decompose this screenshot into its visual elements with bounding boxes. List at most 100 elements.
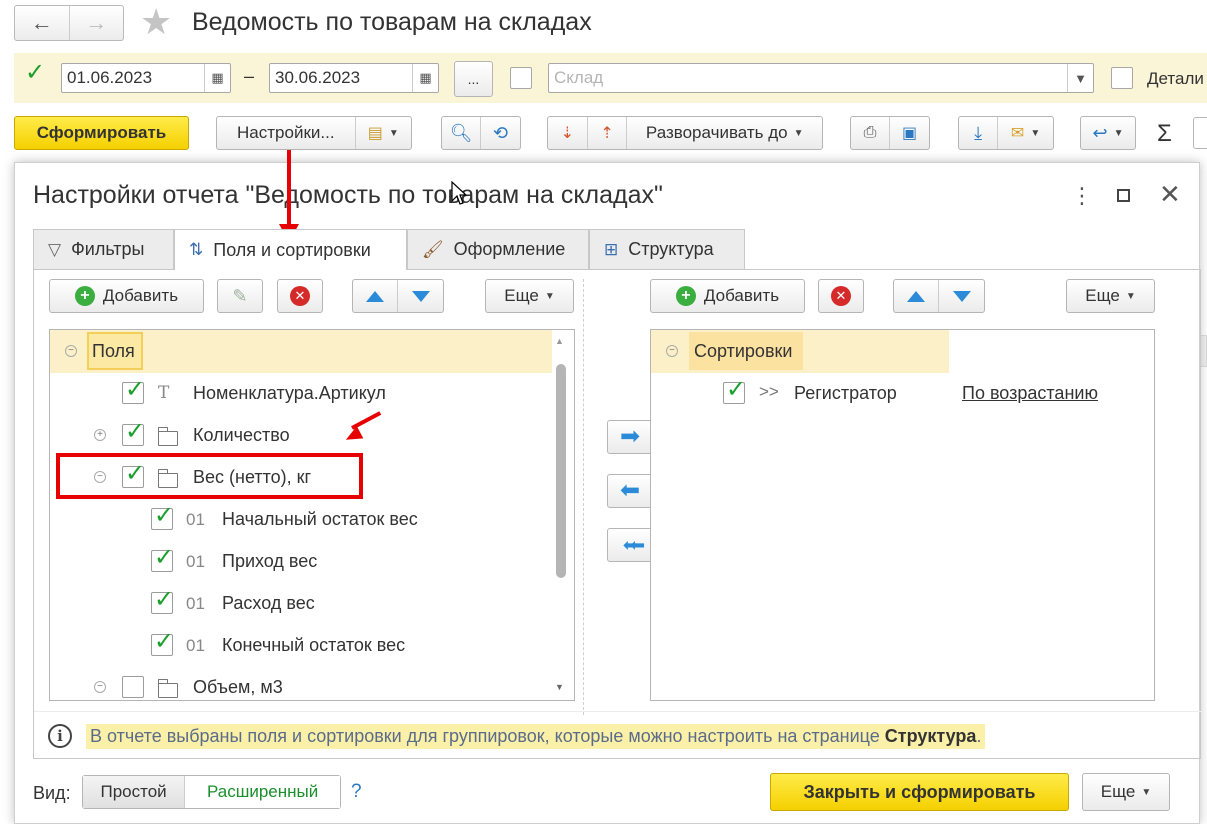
row-checkbox[interactable]: ✓	[723, 377, 746, 404]
scroll-up-icon[interactable]: ▲	[555, 336, 564, 346]
info-divider	[34, 711, 1202, 712]
double-arrow-left-icon: ⬅⬅	[622, 534, 645, 555]
search-group: 🔍︎ ⟲	[441, 116, 521, 150]
number-icon: 01	[186, 636, 205, 655]
sum-icon[interactable]: Σ	[1157, 120, 1172, 148]
collapse-icon[interactable]: −	[666, 345, 678, 357]
back-button[interactable]: ←	[15, 6, 70, 40]
fields-list[interactable]: − Поля ✓ T Номенклатура.Артикул + ✓ Коли…	[49, 329, 575, 701]
back-transfer-button[interactable]: ↩ ▼	[1080, 116, 1136, 150]
collapse-button[interactable]: ⇣	[548, 117, 588, 149]
forward-button[interactable]: →	[70, 6, 124, 40]
filter-icon: ▽	[48, 239, 62, 259]
more-vertical-icon[interactable]: ⋮	[1071, 183, 1093, 209]
row-checkbox[interactable]: ✓	[122, 377, 145, 404]
expand-icon: ⇡	[600, 125, 614, 142]
period-checkbox[interactable]: ✓	[23, 60, 45, 88]
move-up-button[interactable]	[894, 280, 940, 312]
view-advanced-button[interactable]: Расширенный	[185, 776, 340, 808]
sorting-list[interactable]: − Сортировки ✓ >> Регистратор По возраст…	[650, 329, 1155, 701]
sort-direction-link[interactable]: По возрастанию	[962, 383, 1098, 404]
warehouse-checkbox[interactable]	[510, 67, 532, 89]
folder-icon	[157, 427, 178, 446]
move-left-button[interactable]: ⬅	[607, 474, 653, 508]
move-down-button[interactable]	[939, 280, 984, 312]
maximize-icon[interactable]	[1117, 189, 1130, 202]
row-checkbox[interactable]: ✓	[151, 545, 174, 572]
preview-button[interactable]: ▣	[890, 117, 929, 149]
splitter[interactable]	[583, 279, 584, 715]
left-delete-button[interactable]: ✕	[277, 279, 323, 313]
structure-link[interactable]: Структура	[885, 726, 977, 746]
edit-button[interactable]: ✎	[217, 279, 263, 313]
tab-fields-sorting[interactable]: ⇅ Поля и сортировки	[174, 229, 407, 270]
search-button[interactable]: 🔍︎	[442, 117, 482, 149]
right-add-button[interactable]: + Добавить	[650, 279, 805, 313]
detail-checkbox[interactable]	[1111, 67, 1133, 89]
row-checkbox[interactable]: ✓	[122, 419, 145, 446]
structure-icon: ⊞	[604, 239, 619, 259]
view-simple-button[interactable]: Простой	[83, 776, 186, 808]
info-icon: i	[48, 724, 72, 748]
generate-button[interactable]: Сформировать	[14, 116, 189, 150]
search-next-button[interactable]: ⟲	[481, 117, 520, 149]
expand-button[interactable]: ⇡	[588, 117, 628, 149]
row-checkbox[interactable]	[122, 676, 144, 698]
preview-icon: ▣	[901, 125, 918, 142]
print-button[interactable]: ⎙	[851, 117, 891, 149]
number-icon: 01	[186, 510, 205, 529]
date-to-field[interactable]: 30.06.2023 ▦	[269, 63, 439, 93]
sum-field[interactable]	[1193, 117, 1207, 149]
expand-group: ⇣ ⇡ Разворачивать до ▼	[547, 116, 823, 150]
arrow-left-icon: ⬅	[619, 477, 641, 504]
chevron-down-icon[interactable]: ▼	[1067, 64, 1093, 92]
save-button[interactable]: ⤓	[959, 117, 999, 149]
date-from-field[interactable]: 01.06.2023 ▦	[61, 63, 231, 93]
right-delete-button[interactable]: ✕	[818, 279, 864, 313]
tab-appearance[interactable]: 🖌︎ Оформление	[407, 229, 589, 269]
move-down-button[interactable]	[398, 280, 443, 312]
page-title: Ведомость по товарам на складах	[192, 8, 592, 36]
row-checkbox[interactable]: ✓	[151, 503, 174, 530]
plus-icon: +	[74, 286, 95, 306]
right-more-button[interactable]: Еще ▼	[1066, 279, 1155, 313]
settings-button[interactable]: Настройки...	[217, 117, 356, 149]
help-link[interactable]: ?	[351, 781, 362, 803]
expand-to-button[interactable]: Разворачивать до ▼	[627, 117, 822, 149]
fields-icon: ⇅	[189, 240, 204, 259]
return-arrow-icon: ↩	[1092, 122, 1108, 143]
annotation-arrow-line	[287, 150, 291, 230]
email-button[interactable]: ✉ ▼	[998, 117, 1053, 149]
expand-icon[interactable]: +	[94, 429, 106, 441]
tab-structure[interactable]: ⊞ Структура	[589, 229, 745, 269]
close-icon[interactable]: ✕	[1159, 179, 1181, 210]
arrow-up-icon	[366, 290, 384, 302]
row-checkbox[interactable]: ✓	[151, 587, 174, 614]
calendar-icon[interactable]: ▦	[412, 64, 438, 92]
period-select-button[interactable]: ...	[454, 61, 493, 97]
tab-filters[interactable]: ▽ Фильтры	[33, 229, 174, 269]
collapse-icon: ⇣	[560, 125, 575, 142]
row-checkbox[interactable]: ✓	[151, 629, 174, 656]
scroll-down-icon[interactable]: ▼	[555, 682, 564, 692]
footer-more-button[interactable]: Еще ▼	[1082, 773, 1170, 811]
variants-button[interactable]: ▤ ▼	[356, 117, 411, 149]
calendar-icon[interactable]: ▦	[204, 64, 230, 92]
settings-button-group: Настройки... ▤ ▼	[216, 116, 412, 150]
left-add-button[interactable]: + Добавить	[49, 279, 204, 313]
search-refresh-icon: ⟲	[492, 122, 509, 143]
cursor-icon	[451, 180, 468, 205]
warehouse-field[interactable]: Склад ▼	[548, 63, 1094, 93]
left-more-button[interactable]: Еще ▼	[485, 279, 574, 313]
move-all-left-button[interactable]: ⬅⬅	[607, 528, 653, 562]
scrollbar-thumb[interactable]	[556, 364, 566, 578]
move-up-button[interactable]	[353, 280, 399, 312]
collapse-icon[interactable]: −	[65, 345, 77, 357]
arrow-down-icon	[411, 290, 430, 302]
print-group: ⎙ ▣	[850, 116, 930, 150]
move-right-button[interactable]: ➡	[607, 420, 653, 454]
close-and-generate-button[interactable]: Закрыть и сформировать	[770, 773, 1069, 811]
nav-buttons: ← →	[14, 5, 124, 41]
collapse-icon[interactable]: −	[94, 681, 106, 693]
favorite-star-icon[interactable]: ★	[140, 4, 172, 40]
